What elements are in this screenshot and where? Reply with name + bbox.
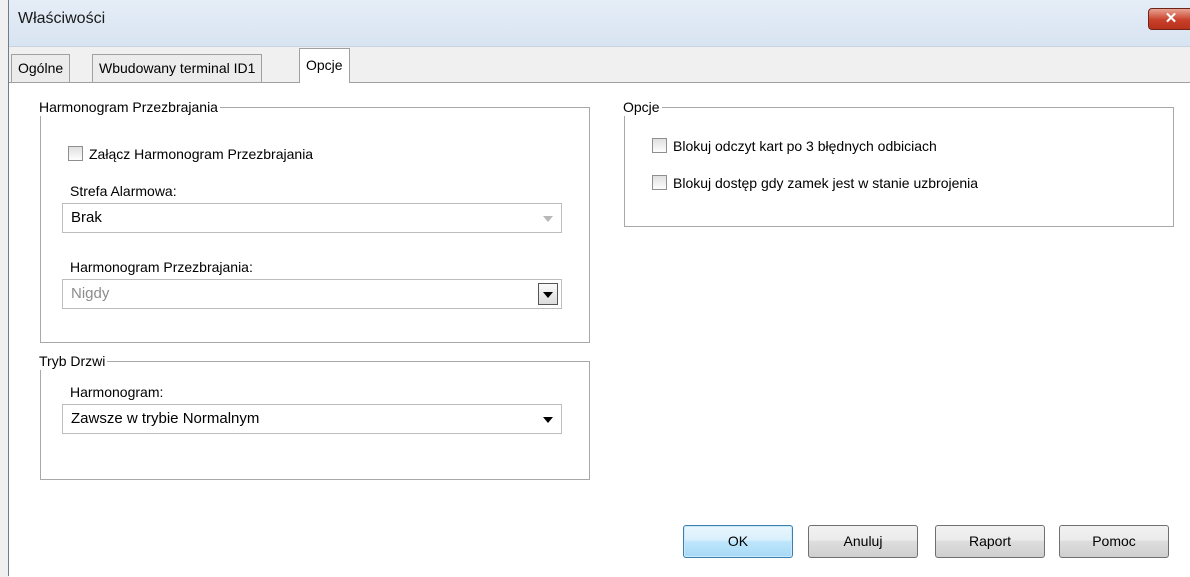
tab-built-in-terminal[interactable]: Wbudowany terminal ID1 xyxy=(92,54,263,82)
door-mode-group: Tryb Drzwi Harmonogram: Zawsze w trybie … xyxy=(39,352,590,480)
door-schedule-value: Zawsze w trybie Normalnym xyxy=(71,410,260,427)
door-schedule-select[interactable]: Zawsze w trybie Normalnym xyxy=(62,404,562,434)
zone-select[interactable]: Brak xyxy=(62,203,562,233)
properties-dialog: Właściwości ✕ Ogólne Wbudowany terminal … xyxy=(8,0,1190,577)
schedule-group-legend: Harmonogram Przezbrajania xyxy=(39,98,220,116)
zone-label: Strefa Alarmowa: xyxy=(70,183,177,199)
block-card-read-label: Blokuj odczyt kart po 3 błędnych odbicia… xyxy=(673,138,937,154)
close-button[interactable]: ✕ xyxy=(1148,8,1190,30)
title-bar: Właściwości ✕ xyxy=(9,0,1190,47)
schedule-label: Harmonogram Przezbrajania: xyxy=(70,259,253,275)
block-access-armed-row[interactable]: Blokuj dostęp gdy zamek jest w stanie uz… xyxy=(652,173,978,193)
block-card-read-row[interactable]: Blokuj odczyt kart po 3 błędnych odbicia… xyxy=(652,136,937,156)
tab-panel-options: Harmonogram Przezbrajania Załącz Harmono… xyxy=(9,82,1190,577)
ok-button[interactable]: OK xyxy=(683,525,793,558)
schedule-select[interactable]: Nigdy xyxy=(62,279,562,309)
enable-schedule-checkbox-row[interactable]: Załącz Harmonogram Przezbrajania xyxy=(68,144,313,164)
chevron-down-icon xyxy=(543,417,553,423)
chevron-down-icon xyxy=(543,292,553,298)
options-group-legend: Opcje xyxy=(623,98,662,116)
zone-value: Brak xyxy=(71,209,102,226)
close-icon: ✕ xyxy=(1164,10,1178,27)
report-button[interactable]: Raport xyxy=(935,525,1045,558)
window-title: Właściwości xyxy=(18,10,106,27)
enable-schedule-checkbox[interactable] xyxy=(68,146,83,161)
cancel-button[interactable]: Anuluj xyxy=(808,525,918,558)
block-card-read-checkbox[interactable] xyxy=(652,138,667,153)
help-button[interactable]: Pomoc xyxy=(1059,525,1169,558)
schedule-value: Nigdy xyxy=(71,285,110,302)
options-group: Opcje Blokuj odczyt kart po 3 błędnych o… xyxy=(623,98,1174,227)
dropdown-button[interactable] xyxy=(538,283,558,305)
tab-strip: Ogólne Wbudowany terminal ID1 Opcje xyxy=(9,48,1190,83)
enable-schedule-label: Załącz Harmonogram Przezbrajania xyxy=(89,146,314,162)
chevron-down-icon xyxy=(543,216,553,222)
tab-general[interactable]: Ogólne xyxy=(11,54,71,82)
block-access-armed-label: Blokuj dostęp gdy zamek jest w stanie uz… xyxy=(673,175,979,191)
block-access-armed-checkbox[interactable] xyxy=(652,175,667,190)
door-mode-legend: Tryb Drzwi xyxy=(39,352,108,370)
tab-options[interactable]: Opcje xyxy=(299,48,350,83)
schedule-group: Harmonogram Przezbrajania Załącz Harmono… xyxy=(39,98,590,343)
door-schedule-label: Harmonogram: xyxy=(70,384,164,400)
